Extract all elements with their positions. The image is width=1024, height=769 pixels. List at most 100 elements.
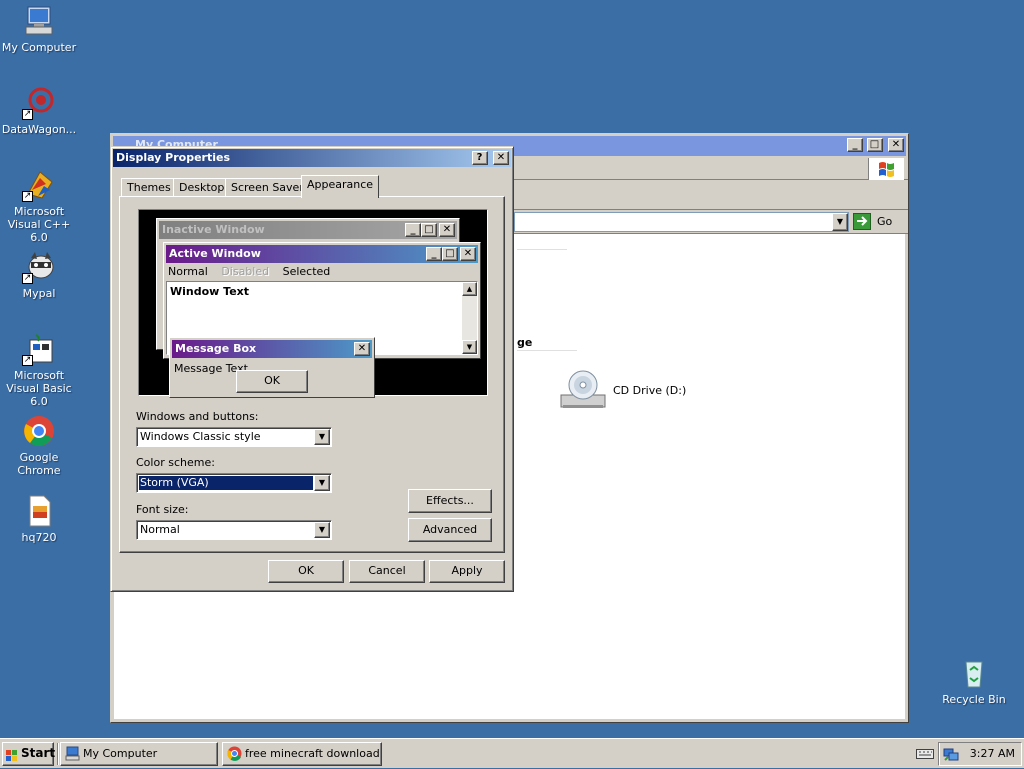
go-arrow-icon xyxy=(853,213,871,230)
visual-basic-icon: ↗ xyxy=(22,332,56,366)
maximize-icon: □ xyxy=(442,247,458,261)
go-button[interactable]: Go xyxy=(853,212,903,232)
clock[interactable]: 3:27 AM xyxy=(970,747,1015,760)
section-divider xyxy=(517,350,577,351)
preview-ok-button: OK xyxy=(236,370,308,393)
maximize-button[interactable]: □ xyxy=(866,138,883,152)
preview-inactive-title: Inactive Window xyxy=(162,223,265,236)
keyboard-icon[interactable] xyxy=(916,747,934,760)
desktop-icon-label: Google Chrome xyxy=(17,451,61,477)
preview-menu-normal: Normal xyxy=(168,265,208,278)
my-computer-icon xyxy=(65,746,80,761)
desktop-icon-my-computer[interactable]: My Computer xyxy=(0,4,78,54)
shortcut-arrow-icon: ↗ xyxy=(22,109,33,120)
task-label: My Computer xyxy=(83,747,158,760)
close-icon: ✕ xyxy=(354,342,370,356)
shortcut-arrow-icon: ↗ xyxy=(22,273,33,284)
preview-window-text: Window Text xyxy=(170,285,250,298)
advanced-button[interactable]: Advanced xyxy=(408,518,492,542)
scroll-down-icon: ▼ xyxy=(462,340,477,354)
desktop-icon-label: hq720 xyxy=(21,531,57,544)
close-icon: ✕ xyxy=(439,223,455,237)
windows-buttons-select[interactable]: Windows Classic style ▼ xyxy=(136,427,332,447)
desktop-icon-label: Mypal xyxy=(22,287,56,300)
cd-drive-icon xyxy=(559,369,609,413)
start-button[interactable]: Start xyxy=(2,742,56,766)
preview-message-title: Message Box xyxy=(175,342,257,355)
chevron-down-icon[interactable]: ▼ xyxy=(314,522,330,538)
desktop-icon-label: Microsoft Visual C++ 6.0 xyxy=(7,205,71,244)
go-label: Go xyxy=(877,215,893,228)
chevron-down-icon[interactable]: ▼ xyxy=(314,429,330,445)
cancel-button[interactable]: Cancel xyxy=(349,560,425,583)
tab-desktop[interactable]: Desktop xyxy=(173,178,231,197)
desktop-icon-datawagon[interactable]: ↗ DataWagon... xyxy=(0,86,78,136)
windows-logo-icon xyxy=(6,748,18,761)
close-icon: ✕ xyxy=(460,247,476,261)
minimize-button[interactable]: _ xyxy=(847,138,863,152)
taskbar: Start My Computer free minecraft downloa… xyxy=(0,738,1024,768)
desktop-icon-hq720[interactable]: hq720 xyxy=(0,494,78,544)
apply-button[interactable]: Apply xyxy=(429,560,505,583)
appearance-panel: Inactive Window _ □ ✕ Active Window _ □ ✕ No… xyxy=(119,196,505,553)
preview-message-box: Message Box ✕ Message Text OK xyxy=(169,337,375,398)
desktop-icon-label: Recycle Bin xyxy=(942,693,1006,706)
section-header: ge xyxy=(517,336,533,349)
system-tray: 3:27 AM xyxy=(938,742,1022,766)
desktop-icon-label: DataWagon... xyxy=(1,123,77,136)
desktop-icon-mypal[interactable]: ↗ Mypal xyxy=(0,250,78,300)
preview-menu-selected: Selected xyxy=(282,265,331,278)
windows-logo-icon xyxy=(868,158,904,180)
cd-drive-label: CD Drive (D:) xyxy=(613,384,687,397)
dialog-title-bar[interactable]: Display Properties ? ✕ xyxy=(113,149,511,167)
appearance-preview: Inactive Window _ □ ✕ Active Window _ □ ✕ No… xyxy=(138,209,488,398)
minimize-icon: _ xyxy=(405,223,421,237)
minimize-icon: _ xyxy=(426,247,442,261)
chrome-icon xyxy=(227,746,242,761)
my-computer-icon xyxy=(22,4,56,38)
address-input[interactable]: ▼ xyxy=(514,212,849,232)
chevron-down-icon[interactable]: ▼ xyxy=(832,213,848,231)
desktop-icon-visual-basic[interactable]: ↗ Microsoft Visual Basic 6.0 xyxy=(0,332,78,408)
color-scheme-label: Color scheme: xyxy=(136,456,215,469)
maximize-icon: □ xyxy=(421,223,437,237)
network-icon[interactable] xyxy=(943,746,959,762)
color-scheme-value: Storm (VGA) xyxy=(138,475,314,491)
windows-buttons-label: Windows and buttons: xyxy=(136,410,259,423)
preview-menu: Normal Disabled Selected xyxy=(168,265,340,278)
ok-button[interactable]: OK xyxy=(268,560,344,583)
mypal-icon: ↗ xyxy=(22,250,56,284)
tab-themes[interactable]: Themes xyxy=(121,178,177,197)
tab-screen-saver[interactable]: Screen Saver xyxy=(225,178,310,197)
desktop-icon-label: Microsoft Visual Basic 6.0 xyxy=(6,369,72,408)
chevron-down-icon[interactable]: ▼ xyxy=(314,475,330,491)
chrome-icon xyxy=(22,414,56,448)
color-scheme-select[interactable]: Storm (VGA) ▼ xyxy=(136,473,332,493)
font-size-value: Normal xyxy=(140,523,180,536)
start-label: Start xyxy=(21,746,56,760)
image-file-icon xyxy=(22,494,56,528)
recycle-bin-icon xyxy=(957,656,991,690)
preview-menu-disabled: Disabled xyxy=(221,265,270,278)
preview-active-title: Active Window xyxy=(169,247,261,260)
help-button[interactable]: ? xyxy=(471,151,488,165)
scroll-up-icon: ▲ xyxy=(462,282,477,296)
section-divider xyxy=(517,249,567,250)
dialog-title: Display Properties xyxy=(116,151,231,164)
desktop-icon-recycle-bin[interactable]: Recycle Bin xyxy=(934,656,1014,706)
font-size-select[interactable]: Normal ▼ xyxy=(136,520,332,540)
task-button-chrome[interactable]: free minecraft download ... xyxy=(222,742,382,766)
cd-drive-item[interactable]: CD Drive (D:) xyxy=(559,369,759,419)
close-button[interactable]: ✕ xyxy=(888,138,904,152)
close-button[interactable]: ✕ xyxy=(493,151,509,165)
windows-buttons-value: Windows Classic style xyxy=(140,430,261,443)
effects-button[interactable]: Effects... xyxy=(408,489,492,513)
desktop-icon-google-chrome[interactable]: Google Chrome xyxy=(0,414,78,477)
task-button-my-computer[interactable]: My Computer xyxy=(60,742,218,766)
tab-appearance[interactable]: Appearance xyxy=(301,175,380,198)
shortcut-arrow-icon: ↗ xyxy=(22,355,33,366)
desktop-icon-label: My Computer xyxy=(1,41,77,54)
visual-cpp-icon: ↗ xyxy=(22,168,56,202)
display-properties-dialog[interactable]: Display Properties ? ✕ Themes Desktop Sc… xyxy=(110,146,514,592)
desktop-icon-visual-cpp[interactable]: ↗ Microsoft Visual C++ 6.0 xyxy=(0,168,78,244)
